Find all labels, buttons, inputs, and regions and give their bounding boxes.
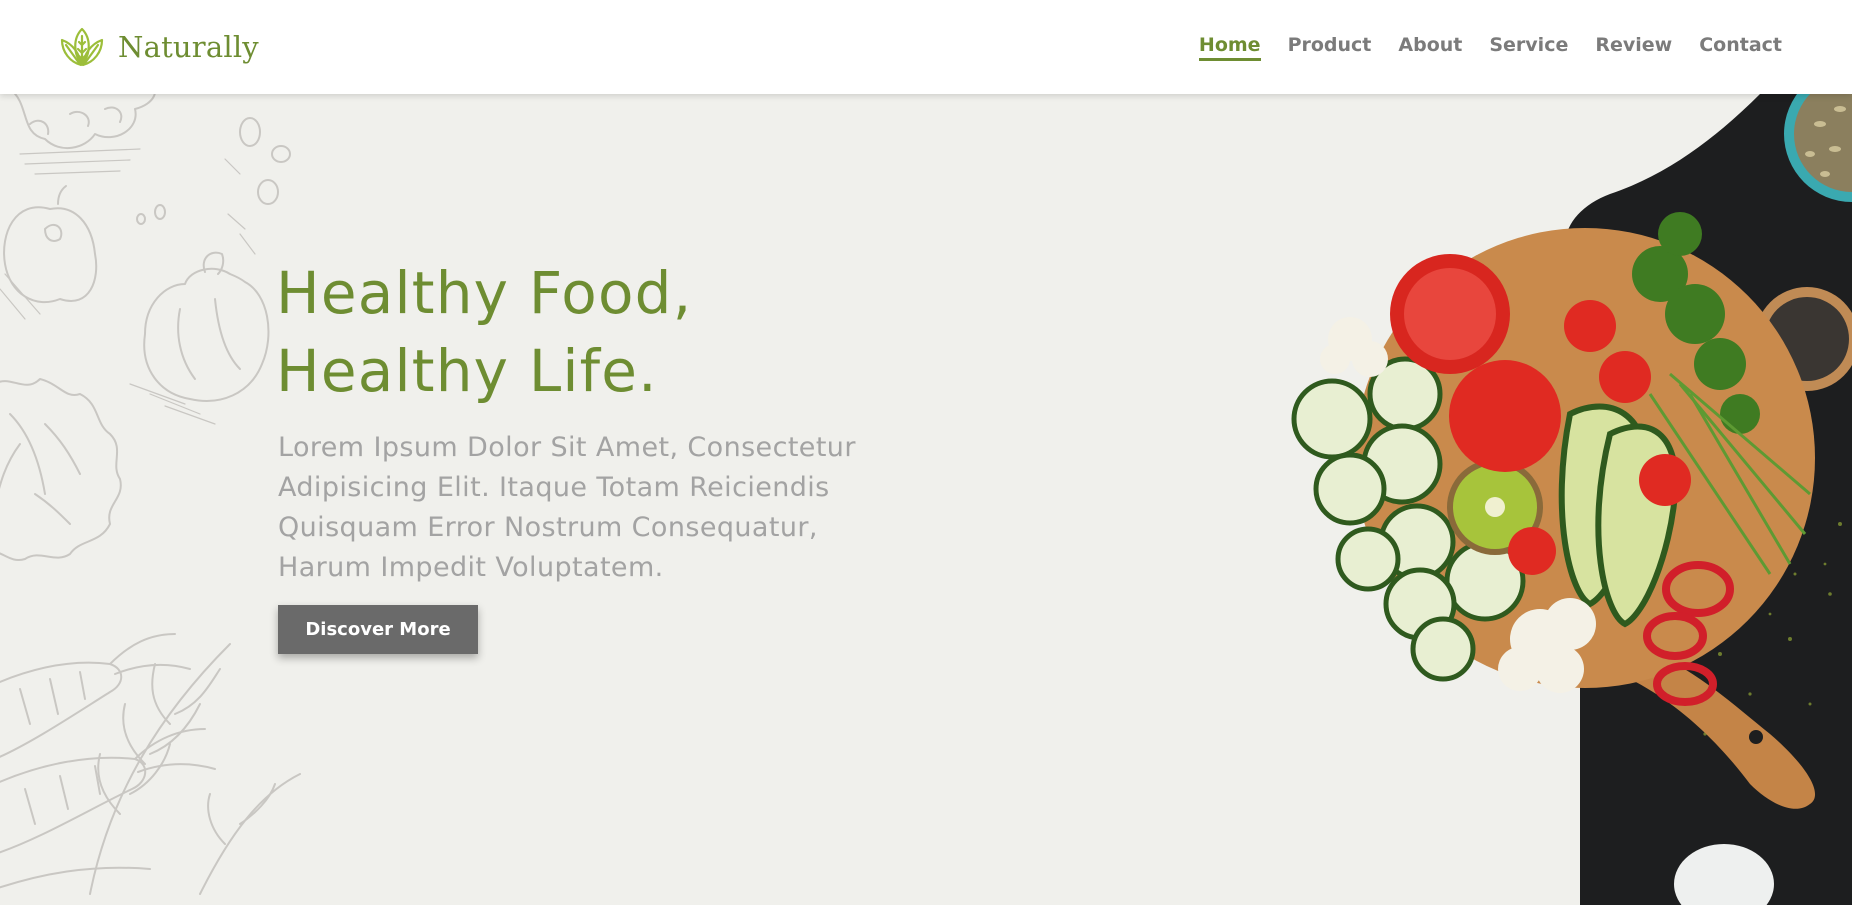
vegetables-on-cutting-board-image	[1291, 94, 1852, 905]
nav-review[interactable]: Review	[1595, 34, 1672, 61]
nav-contact[interactable]: Contact	[1699, 34, 1782, 61]
site-header: Naturally Home Product About Service Rev…	[0, 0, 1852, 94]
hero-description: Lorem Ipsum Dolor Sit Amet, Consectetur …	[278, 432, 856, 583]
hero-title: Healthy Food, Healthy Life.	[276, 254, 976, 410]
nav-home[interactable]: Home	[1198, 34, 1261, 61]
main-nav: Home Product About Service Review Contac…	[1198, 34, 1782, 61]
nav-about[interactable]: About	[1398, 34, 1462, 61]
nav-service[interactable]: Service	[1489, 34, 1568, 61]
hero-title-line-1: Healthy Food,	[276, 259, 693, 327]
brand-name: Naturally	[118, 30, 259, 64]
nav-product[interactable]: Product	[1288, 34, 1372, 61]
hero-section: Healthy Food, Healthy Life. Lorem Ipsum …	[0, 94, 1852, 905]
hero-title-line-2: Healthy Life.	[276, 337, 658, 405]
brand-logo[interactable]: Naturally	[58, 26, 259, 68]
discover-more-button[interactable]: Discover More	[278, 605, 478, 654]
leaf-logo-icon	[60, 27, 104, 67]
